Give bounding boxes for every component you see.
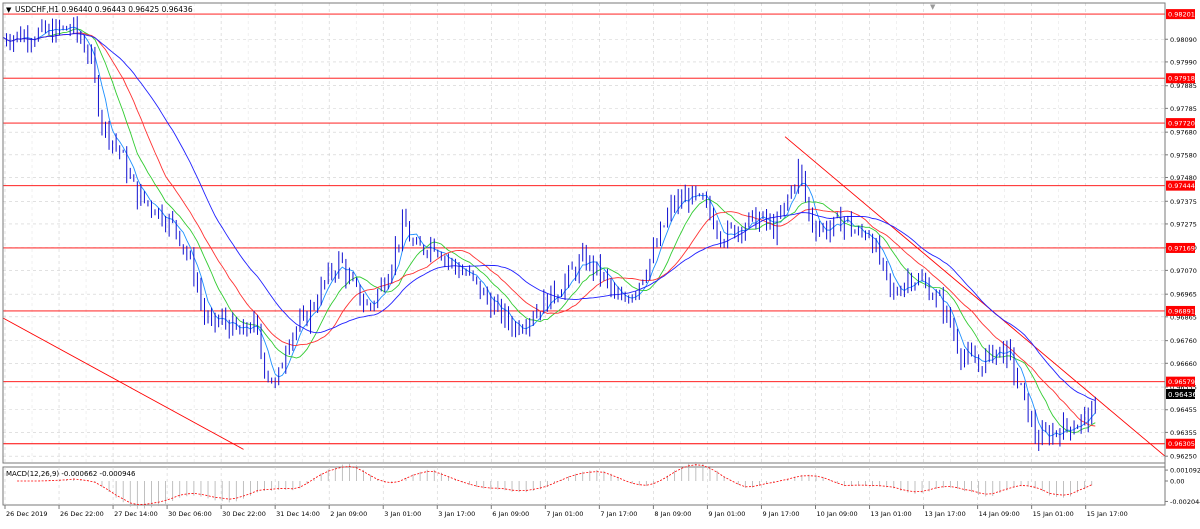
x-tick-label: 9 Jan 17:00 [762, 510, 799, 518]
y-tick-label: 0.96760 [1170, 337, 1197, 345]
level-label: 0.97720 [1168, 120, 1195, 128]
x-tick-label: 14 Jan 09:00 [979, 510, 1020, 518]
x-tick-label: 7 Jan 17:00 [600, 510, 637, 518]
level-label: 0.97918 [1168, 75, 1195, 83]
x-tick-label: 2 Jan 09:00 [330, 510, 367, 518]
x-tick-label: 6 Jan 09:00 [492, 510, 529, 518]
macd-tick-label: 0.001092 [1170, 467, 1200, 475]
y-tick-label: 0.97785 [1170, 105, 1197, 113]
x-tick-label: 8 Jan 09:00 [654, 510, 691, 518]
macd-pane-header: MACD(12,26,9) -0.000662 -0.000946 [6, 470, 136, 478]
chart-window: ▼ USDCHF,H1 0.96440 0.96443 0.96425 0.96… [0, 0, 1200, 525]
x-tick-label: 31 Dec 14:00 [276, 510, 320, 518]
macd-tick-label: -0.002044 [1170, 498, 1200, 506]
level-label: 0.98201 [1168, 11, 1195, 19]
x-tick-label: 3 Jan 17:00 [438, 510, 475, 518]
price-pane-header: USDCHF,H1 0.96440 0.96443 0.96425 0.9643… [15, 5, 193, 14]
x-tick-label: 3 Jan 01:00 [384, 510, 421, 518]
y-tick-label: 0.98090 [1170, 36, 1197, 44]
symbol-arrow-icon[interactable]: ▼ [6, 6, 12, 14]
x-tick-label: 30 Dec 22:00 [222, 510, 266, 518]
x-tick-label: 10 Jan 09:00 [816, 510, 857, 518]
y-tick-label: 0.96660 [1170, 360, 1197, 368]
y-tick-label: 0.96455 [1170, 406, 1197, 414]
x-tick-label: 15 Jan 17:00 [1087, 510, 1128, 518]
x-tick-label: 26 Dec 22:00 [60, 510, 104, 518]
y-tick-label: 0.97990 [1170, 58, 1197, 66]
x-tick-label: 13 Jan 17:00 [925, 510, 966, 518]
level-label: 0.96579 [1168, 378, 1195, 386]
y-tick-label: 0.97580 [1170, 151, 1197, 159]
macd-tick-label: 0.00 [1170, 478, 1184, 486]
x-tick-label: 7 Jan 01:00 [546, 510, 583, 518]
y-tick-label: 0.97375 [1170, 198, 1197, 206]
x-tick-label: 30 Dec 06:00 [168, 510, 212, 518]
y-tick-label: 0.96355 [1170, 429, 1197, 437]
current-price-marker: 0.96436 [1166, 389, 1197, 399]
level-label: 0.96891 [1168, 307, 1195, 315]
y-tick-label: 0.97070 [1170, 267, 1197, 275]
x-tick-label: 13 Jan 01:00 [871, 510, 912, 518]
shift-marker-icon[interactable]: ▼ [930, 3, 936, 11]
x-tick-label: 9 Jan 01:00 [708, 510, 745, 518]
y-tick-label: 0.97275 [1170, 220, 1197, 228]
level-label: 0.96305 [1168, 440, 1195, 448]
y-tick-label: 0.97885 [1170, 82, 1197, 90]
y-tick-label: 0.96965 [1170, 291, 1197, 299]
x-tick-label: 26 Dec 2019 [6, 510, 48, 518]
level-label: 0.97169 [1168, 244, 1195, 252]
current-price-label: 0.96436 [1168, 391, 1197, 399]
x-tick-label: 27 Dec 14:00 [114, 510, 158, 518]
price-chart: ▼ USDCHF,H1 0.96440 0.96443 0.96425 0.96… [0, 0, 1200, 525]
x-tick-label: 15 Jan 01:00 [1033, 510, 1074, 518]
level-label: 0.97444 [1168, 182, 1195, 190]
y-tick-label: 0.97680 [1170, 129, 1197, 137]
y-tick-label: 0.96250 [1170, 453, 1197, 461]
